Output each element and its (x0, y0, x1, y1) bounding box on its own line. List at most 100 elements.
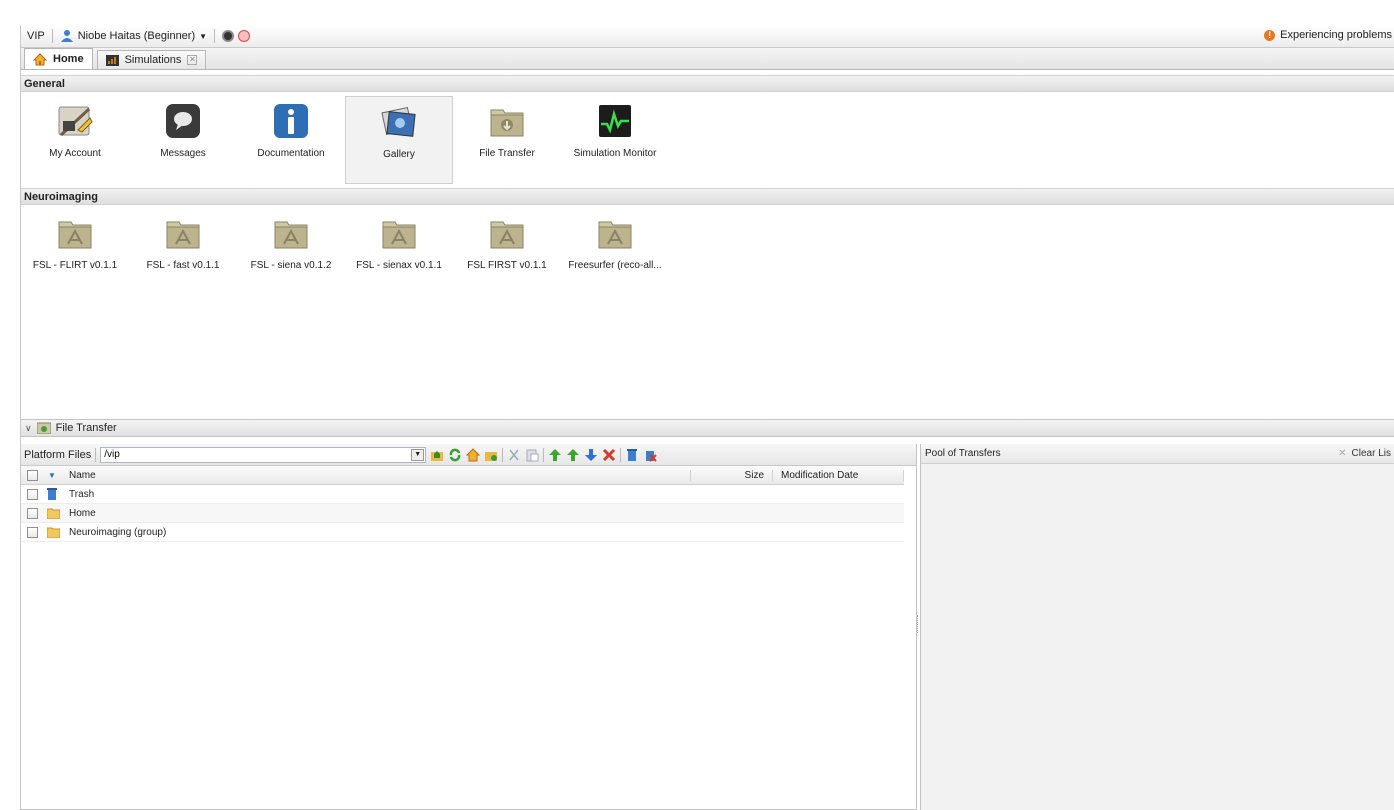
app-documentation[interactable]: Documentation (237, 96, 345, 182)
pool-title: Pool of Transfers (925, 448, 1001, 459)
file-row-neuroimaging[interactable]: Neuroimaging (group) (21, 523, 904, 542)
chevron-down-icon: ▼ (199, 31, 208, 41)
general-apps: My Account Messages Documentation Galler… (21, 96, 669, 184)
row-checkbox[interactable] (26, 507, 38, 519)
collapse-icon[interactable]: ∨ (25, 423, 32, 434)
app-fsl-fast[interactable]: FSL - fast v0.1.1 (129, 208, 237, 294)
pool-of-transfers-panel: Pool of Transfers ✕ Clear Lis (920, 444, 1394, 810)
section-neuroimaging-title: Neuroimaging (21, 188, 1394, 205)
app-folder-icon (598, 221, 632, 249)
app-folder-icon (166, 221, 200, 249)
app-name: VIP (27, 30, 45, 42)
app-gallery[interactable]: Gallery (345, 96, 453, 184)
file-transfer-header[interactable]: ∨ File Transfer (21, 419, 1394, 437)
app-fsl-flirt[interactable]: FSL - FLIRT v0.1.1 (21, 208, 129, 294)
file-row-home[interactable]: Home (21, 504, 904, 523)
account-icon (58, 106, 93, 137)
app-fsl-first[interactable]: FSL FIRST v0.1.1 (453, 208, 561, 294)
app-label: FSL - fast v0.1.1 (146, 260, 220, 271)
app-label: FSL - siena v0.1.2 (250, 260, 332, 271)
app-label: Messages (160, 148, 206, 159)
app-label: Simulation Monitor (573, 148, 657, 159)
trash-icon (47, 488, 61, 500)
files-grid-header: ▼ Name Size Modification Date (21, 466, 904, 485)
app-my-account[interactable]: My Account (21, 96, 129, 182)
paste-icon[interactable] (525, 448, 539, 462)
app-label: FSL - FLIRT v0.1.1 (32, 260, 118, 271)
app-folder-icon (274, 221, 308, 249)
clear-list-button[interactable]: ✕ Clear Lis (1338, 448, 1391, 459)
pool-header: Pool of Transfers ✕ Clear Lis (921, 444, 1394, 464)
simulations-icon (105, 54, 119, 66)
delete-icon[interactable] (602, 448, 616, 462)
cut-icon[interactable] (507, 448, 521, 462)
platform-files-label: Platform Files (24, 448, 92, 461)
file-name: Home (69, 507, 96, 519)
top-bar: VIP Niobe Haitas (Beginner) ▼ ! Experien… (21, 25, 1394, 48)
app-label: Documentation (257, 148, 325, 159)
app-label: Gallery (383, 149, 415, 160)
tab-simulations[interactable]: Simulations ✕ (96, 50, 207, 69)
clear-icon: ✕ (1338, 448, 1347, 459)
help-icon[interactable] (222, 30, 235, 42)
app-label: My Account (49, 148, 101, 159)
app-folder-icon (58, 221, 92, 249)
upload-icon[interactable] (548, 448, 562, 462)
separator (543, 447, 545, 462)
app-fsl-sienax[interactable]: FSL - sienax v0.1.1 (345, 208, 453, 294)
platform-files-panel: Platform Files ▼ ▼ Name (21, 444, 917, 810)
separator (620, 447, 622, 462)
app-file-transfer[interactable]: File Transfer (453, 96, 561, 182)
path-input[interactable] (104, 449, 395, 460)
tab-simulations-label: Simulations (124, 54, 182, 66)
select-all-checkbox[interactable] (26, 469, 38, 481)
sort-icon[interactable]: ▼ (43, 471, 61, 480)
download-icon[interactable] (584, 448, 598, 462)
app-freesurfer[interactable]: Freesurfer (reco-all... (561, 208, 669, 294)
app-label: Freesurfer (reco-all... (568, 260, 662, 271)
separator (502, 447, 504, 462)
messages-icon (166, 104, 200, 138)
clear-list-label: Clear Lis (1351, 448, 1391, 459)
chevron-down-icon[interactable]: ▼ (411, 448, 425, 461)
home-icon (33, 52, 47, 65)
app-messages[interactable]: Messages (129, 96, 237, 182)
trash-icon[interactable] (625, 448, 639, 462)
row-checkbox[interactable] (26, 526, 38, 538)
app-label: FSL FIRST v0.1.1 (467, 260, 547, 271)
column-name-header[interactable]: Name (61, 470, 690, 481)
tab-bar: Home Simulations ✕ (21, 48, 1394, 70)
app-simulation-monitor[interactable]: Simulation Monitor (561, 96, 669, 182)
file-row-trash[interactable]: Trash (21, 485, 904, 504)
file-transfer-icon (490, 109, 524, 137)
refresh-icon[interactable] (448, 448, 462, 462)
neuro-apps: FSL - FLIRT v0.1.1 FSL - fast v0.1.1 FSL… (21, 208, 669, 294)
problems-text: Experiencing problems (1280, 29, 1392, 41)
separator (214, 29, 216, 43)
home-folder-icon[interactable] (430, 448, 444, 462)
vip-app: VIP Niobe Haitas (Beginner) ▼ ! Experien… (20, 25, 1394, 810)
file-name: Neuroimaging (group) (69, 526, 167, 538)
column-size-header[interactable]: Size (690, 469, 772, 481)
experiencing-problems-link[interactable]: ! Experiencing problems (1264, 29, 1392, 41)
close-icon[interactable]: ✕ (187, 55, 198, 65)
empty-trash-icon[interactable] (643, 448, 657, 462)
folder-icon (47, 527, 61, 538)
upload-all-icon[interactable] (566, 448, 580, 462)
app-fsl-siena[interactable]: FSL - siena v0.1.2 (237, 208, 345, 294)
monitor-icon (599, 105, 631, 137)
app-label: File Transfer (479, 148, 535, 159)
user-icon (60, 30, 73, 42)
tab-home[interactable]: Home (24, 48, 93, 69)
files-toolbar: Platform Files ▼ (21, 444, 916, 466)
user-menu[interactable]: Niobe Haitas (Beginner) ▼ (60, 29, 207, 43)
separator (51, 29, 53, 43)
path-combobox[interactable]: ▼ (100, 446, 427, 463)
file-transfer-title: File Transfer (55, 422, 117, 434)
column-date-header[interactable]: Modification Date (772, 469, 904, 481)
row-checkbox[interactable] (26, 488, 38, 500)
app-folder-icon (490, 221, 524, 249)
logout-icon[interactable] (238, 30, 251, 42)
home-icon[interactable] (466, 447, 481, 462)
new-folder-icon[interactable] (484, 448, 498, 462)
